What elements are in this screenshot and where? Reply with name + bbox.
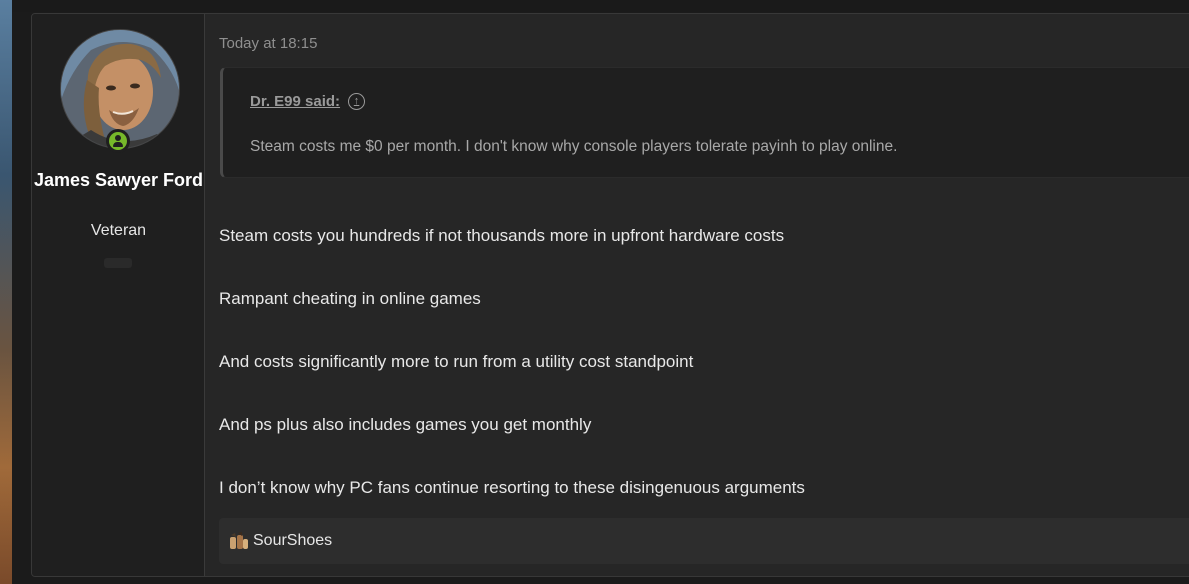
author-name[interactable]: James Sawyer Ford (32, 167, 205, 193)
author-title: Veteran (90, 222, 147, 239)
post-paragraph: Steam costs you hundreds if not thousand… (219, 226, 785, 245)
background-strip (0, 0, 12, 584)
user-banner (104, 258, 132, 268)
post-paragraph: I don’t know why PC fans continue resort… (219, 478, 805, 497)
user-cell: James Sawyer Ford Veteran (32, 14, 205, 576)
post-paragraph: And costs significantly more to run from… (219, 352, 694, 371)
arrow-up-circle-icon[interactable]: ↑ (348, 93, 366, 110)
top-band (12, 0, 1189, 12)
quote-author-label[interactable]: Dr. E99 said: (250, 93, 340, 110)
post-date[interactable]: Today at 18:15 (219, 35, 317, 52)
reaction-users-link[interactable]: SourShoes (253, 532, 332, 550)
quote-author-link[interactable]: Dr. E99 said: ↑ (250, 93, 366, 110)
online-status-icon (106, 129, 130, 153)
post-paragraph: Rampant cheating in online games (219, 289, 481, 308)
quote-text: Steam costs me $0 per month. I don't kno… (250, 138, 898, 155)
post-paragraph: And ps plus also includes games you get … (219, 415, 592, 434)
reactions-bar[interactable]: SourShoes (219, 518, 1189, 564)
forum-post: James Sawyer Ford Veteran Today at 18:15… (31, 13, 1189, 577)
hands-reaction-icon (229, 531, 249, 551)
quote-block: Dr. E99 said: ↑ Steam costs me $0 per mo… (220, 67, 1189, 178)
